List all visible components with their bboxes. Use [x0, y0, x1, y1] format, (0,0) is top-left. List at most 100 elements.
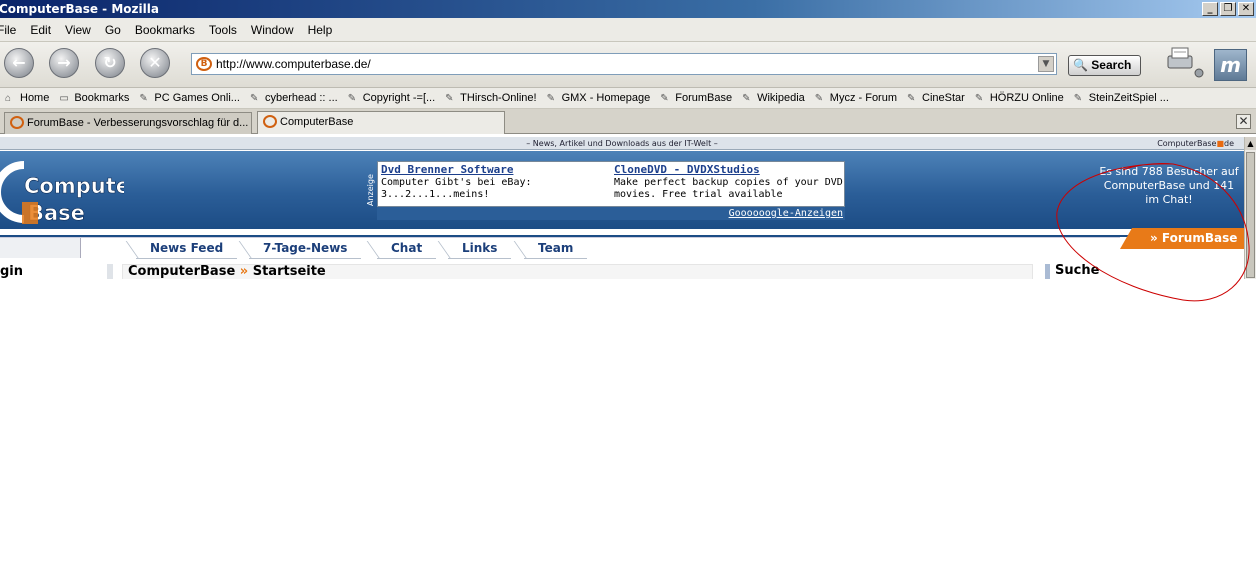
menu-view[interactable]: View [58, 23, 98, 37]
window-title: ComputerBase - Mozilla [0, 2, 159, 16]
bookmark-home[interactable]: ⌂ Home [0, 92, 54, 104]
bookmark-item[interactable]: ✎ PC Games Onli... [134, 92, 245, 104]
bookmark-icon: ✎ [660, 92, 669, 104]
bookmark-item[interactable]: ✎ CineStar [902, 92, 970, 104]
bookmark-item[interactable]: ✎ Mycz - Forum [810, 92, 902, 104]
scroll-thumb[interactable] [1246, 152, 1255, 278]
maximize-button[interactable]: ❐ [1220, 2, 1236, 16]
computerbase-logo[interactable]: Computer Base [0, 157, 124, 227]
site-nav: News Feed 7-Tage-News Chat Links Team [0, 237, 1120, 259]
nav-links[interactable]: Links [448, 241, 512, 259]
bookmark-item[interactable]: ✎ SteinZeitSpiel ... [1069, 92, 1174, 104]
print-icon[interactable] [1164, 46, 1204, 80]
breadcrumb-separator: » [239, 264, 249, 279]
home-icon: ⌂ [5, 92, 12, 104]
ad-title[interactable]: Dvd Brenner Software [381, 164, 611, 176]
url-input[interactable] [214, 56, 1029, 72]
bookmark-item[interactable]: ✎ Wikipedia [737, 92, 810, 104]
bookmark-label: HÖRZU Online [989, 92, 1064, 104]
ad-text: Computer Gibt's bei eBay: 3...2...1...me… [381, 177, 532, 200]
tab-computerbase[interactable]: ComputerBase [257, 111, 505, 134]
nav-team[interactable]: Team [524, 241, 588, 259]
menu-tools[interactable]: Tools [202, 23, 244, 37]
vertical-scrollbar[interactable]: ▲ [1244, 137, 1256, 279]
url-bar[interactable]: B ▼ [191, 53, 1057, 75]
close-tab-icon[interactable]: ✕ [1236, 114, 1251, 129]
bookmark-folder[interactable]: ▭ Bookmarks [54, 92, 134, 104]
bookmark-label: GMX - Homepage [561, 92, 651, 104]
bookmark-label: CineStar [922, 92, 965, 104]
site-favicon-icon: B [196, 57, 212, 71]
minimize-button[interactable]: _ [1202, 2, 1218, 16]
tab-bar: ForumBase - Verbesserungsvorschlag für d… [0, 109, 1256, 134]
breadcrumb: ComputerBase » Startseite [122, 264, 1033, 279]
top-strip: – News, Artikel und Downloads aus der IT… [0, 137, 1244, 150]
bookmark-label: Wikipedia [757, 92, 805, 104]
menu-bookmarks[interactable]: Bookmarks [128, 23, 202, 37]
bookmark-icon: ✎ [139, 92, 148, 104]
login-heading: gin [0, 264, 113, 279]
menu-help[interactable]: Help [301, 23, 340, 37]
ad-footer: Goooooogle-Anzeigen [377, 207, 845, 220]
bookmark-icon: ✎ [347, 92, 357, 104]
menu-edit[interactable]: Edit [23, 23, 58, 37]
bookmark-item[interactable]: ✎ ForumBase [655, 92, 737, 104]
site-favicon-icon [10, 116, 24, 129]
nav-chat[interactable]: Chat [377, 241, 437, 259]
ad-title[interactable]: CloneDVD - DVDXStudios [614, 164, 844, 176]
breadcrumb-root[interactable]: ComputerBase [128, 264, 235, 279]
bookmark-icon: ✎ [814, 92, 824, 104]
tab-label: ComputerBase [280, 116, 354, 128]
bookmark-label: Bookmarks [74, 92, 130, 104]
google-ads-link[interactable]: Goooooogle-Anzeigen [729, 208, 843, 219]
site-domain-link[interactable]: ComputerBase■de [1157, 137, 1234, 150]
bookmark-icon: ✎ [974, 92, 984, 104]
nav-news-feed[interactable]: News Feed [136, 241, 238, 259]
close-window-button[interactable]: ✕ [1238, 2, 1254, 16]
tab-forumbase[interactable]: ForumBase - Verbesserungsvorschlag für d… [4, 112, 252, 134]
site-tld: de [1224, 139, 1234, 148]
forward-arrow-icon[interactable]: → [49, 48, 79, 78]
bookmarks-toolbar: ⌂ Home ▭ Bookmarks ✎ PC Games Onli... ✎ cybe… [0, 88, 1256, 109]
tagline: – News, Artikel und Downloads aus der IT… [526, 139, 718, 148]
menu-go[interactable]: Go [98, 23, 128, 37]
nav-left-cell [0, 238, 81, 258]
menu-window[interactable]: Window [244, 23, 301, 37]
bookmark-label: PC Games Onli... [154, 92, 240, 104]
bookmark-label: Copyright -=[... [362, 92, 436, 104]
site-name: ComputerBase [1157, 139, 1217, 148]
visitor-count: Es sind 788 Besucher auf ComputerBase un… [1099, 165, 1239, 206]
forumbase-button[interactable]: » ForumBase [1120, 228, 1244, 249]
ad-label: Anzeige [366, 174, 375, 206]
scroll-up-icon[interactable]: ▲ [1245, 137, 1256, 150]
bookmark-icon: ✎ [546, 92, 555, 104]
menu-bar: File Edit View Go Bookmarks Tools Window… [0, 18, 1256, 42]
site-dot: ■ [1216, 139, 1224, 148]
menu-file[interactable]: File [0, 23, 23, 37]
ad-item[interactable]: Dvd Brenner Software Computer Gibt's bei… [381, 164, 611, 201]
bookmark-icon: ✎ [249, 92, 259, 104]
reload-icon[interactable]: ↻ [95, 48, 125, 78]
content-header-row: gin ComputerBase » Startseite Suche [0, 260, 1244, 279]
bookmark-item[interactable]: ✎ HÖRZU Online [970, 92, 1069, 104]
back-arrow-icon[interactable]: ← [4, 48, 34, 78]
ad-text: Make perfect backup copies of your DVD m… [614, 177, 843, 200]
url-dropdown-icon[interactable]: ▼ [1038, 56, 1054, 72]
search-heading: Suche [1045, 264, 1244, 279]
bookmark-label: SteinZeitSpiel ... [1088, 92, 1169, 104]
ad-item[interactable]: CloneDVD - DVDXStudios Make perfect back… [614, 164, 844, 201]
bookmark-item[interactable]: ✎ GMX - Homepage [542, 92, 656, 104]
site-banner: Computer Base Anzeige Dvd Brenner Softwa… [0, 151, 1244, 229]
bookmark-item[interactable]: ✎ Copyright -=[... [343, 92, 440, 104]
search-button[interactable]: 🔍 Search [1068, 55, 1141, 76]
mozilla-throbber-icon[interactable]: m [1214, 49, 1247, 81]
bookmark-item[interactable]: ✎ cyberhead :: ... [245, 92, 343, 104]
bookmark-item[interactable]: ✎ THirsch-Online! [440, 92, 541, 104]
bookmark-label: cyberhead :: ... [264, 92, 338, 104]
stop-icon[interactable]: ✕ [140, 48, 170, 78]
bookmark-icon: ✎ [1073, 92, 1083, 104]
tab-label: ForumBase - Verbesserungsvorschlag für d… [27, 117, 249, 129]
bookmark-label: Mycz - Forum [829, 92, 898, 104]
nav-7-tage-news[interactable]: 7-Tage-News [249, 241, 362, 259]
ad-box: Dvd Brenner Software Computer Gibt's bei… [377, 161, 845, 207]
